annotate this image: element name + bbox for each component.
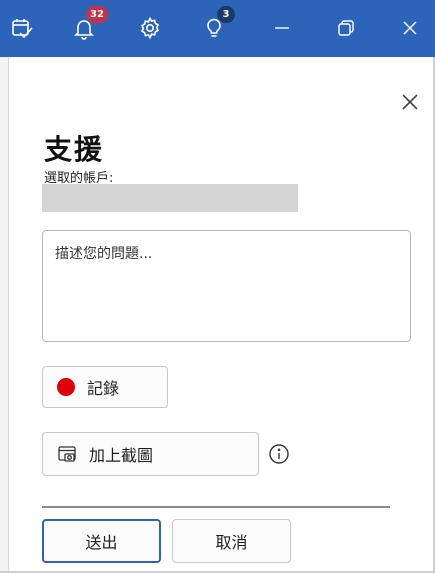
minimize-icon	[275, 27, 289, 29]
settings-button[interactable]	[130, 8, 170, 48]
minimize-button[interactable]	[262, 8, 302, 48]
restore-button[interactable]	[326, 8, 366, 48]
record-icon	[57, 378, 75, 396]
close-icon	[403, 21, 417, 35]
add-screenshot-label: 加上截圖	[89, 446, 154, 465]
calendar-check-button[interactable]	[2, 8, 42, 48]
notification-count-badge: 32	[86, 6, 108, 23]
left-frame	[0, 57, 9, 573]
send-label: 送出	[85, 533, 118, 552]
calendar-check-icon	[12, 19, 33, 39]
info-icon	[269, 444, 289, 464]
record-button[interactable]: 記錄	[42, 366, 168, 408]
gear-icon	[140, 16, 160, 40]
close-icon	[402, 94, 418, 110]
tips-count-badge: 3	[217, 6, 235, 23]
add-screenshot-button[interactable]: 加上截圖	[42, 432, 259, 476]
info-button[interactable]	[268, 443, 290, 465]
close-panel-button[interactable]	[398, 90, 422, 114]
cancel-button[interactable]: 取消	[172, 519, 291, 563]
page-title: 支援	[44, 133, 105, 166]
close-window-button[interactable]	[390, 8, 430, 48]
title-bar: 32 3	[0, 0, 435, 57]
record-label: 記錄	[87, 379, 120, 398]
divider	[42, 506, 390, 508]
account-value	[42, 184, 298, 212]
restore-icon	[338, 20, 354, 36]
cancel-label: 取消	[215, 533, 248, 552]
description-field[interactable]	[42, 230, 411, 342]
screenshot-icon	[58, 446, 76, 462]
send-button[interactable]: 送出	[42, 519, 161, 563]
